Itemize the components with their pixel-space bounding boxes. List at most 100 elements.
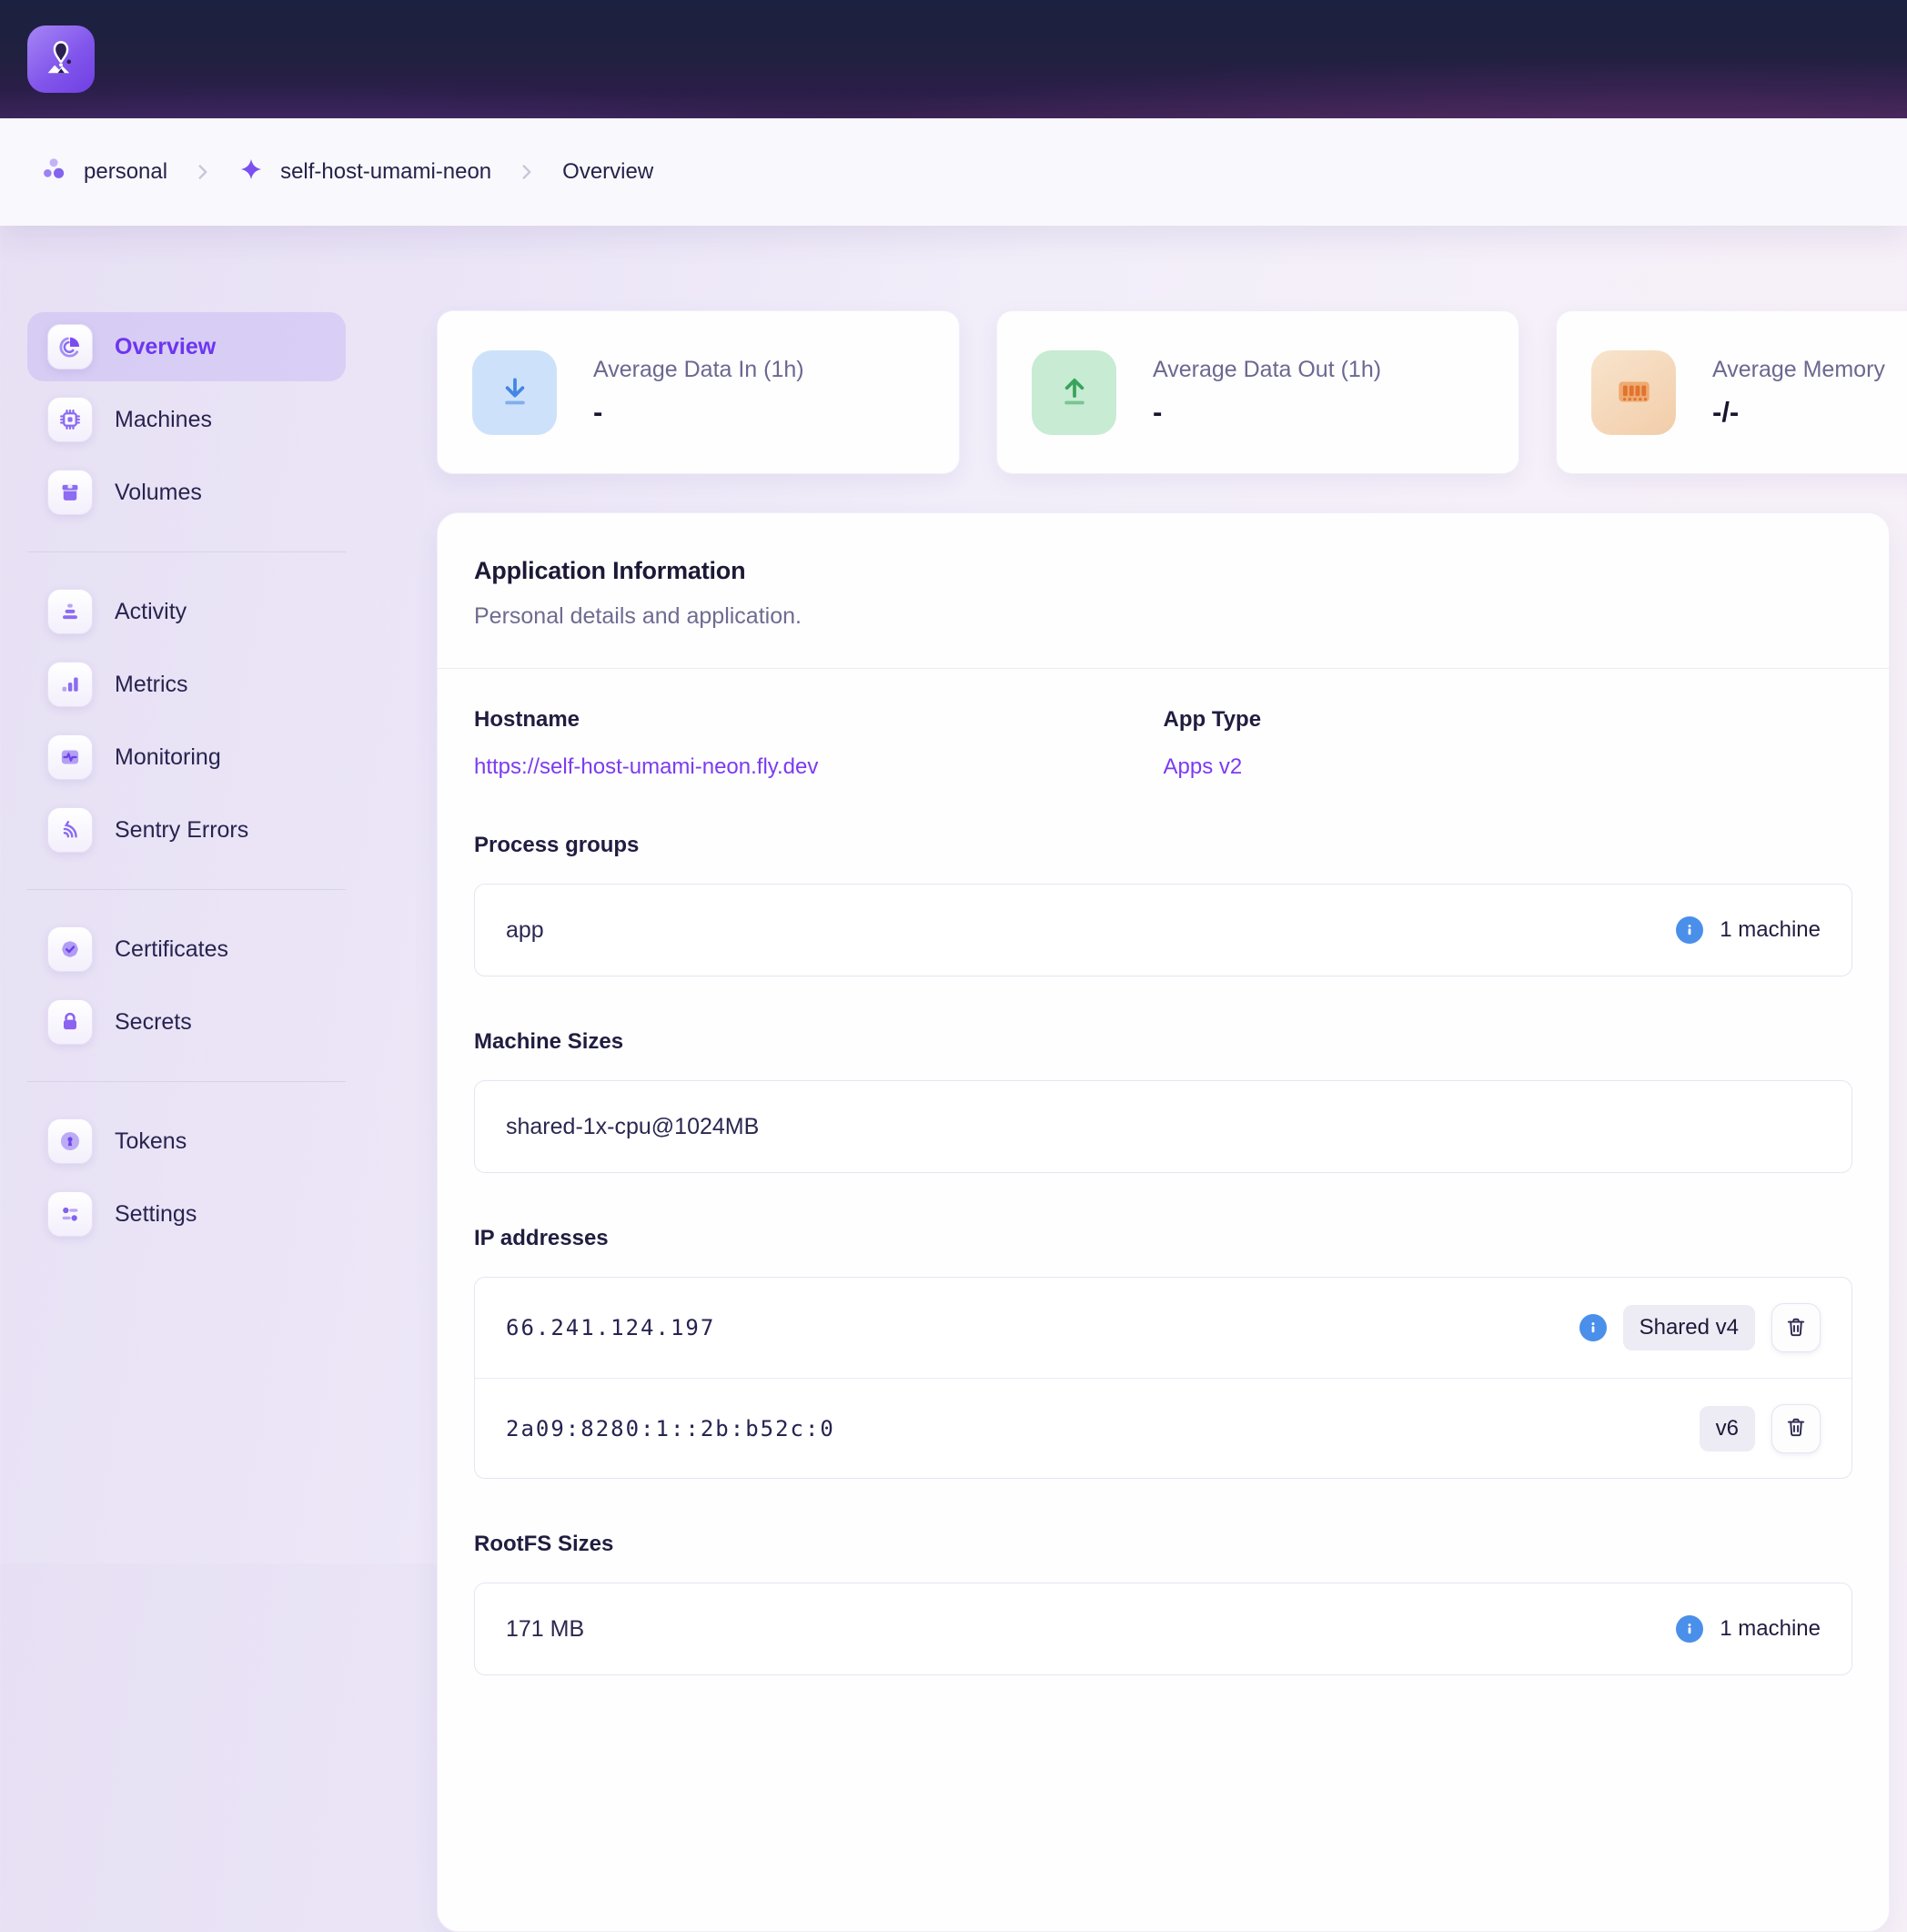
sidebar-item-metrics[interactable]: Metrics [27, 650, 346, 719]
pie-chart-icon [47, 324, 93, 369]
trash-icon [1784, 1415, 1808, 1441]
sidebar-item-label: Tokens [115, 1128, 187, 1155]
sidebar-divider [27, 551, 346, 552]
delete-ip-button[interactable] [1771, 1404, 1821, 1453]
sidebar-item-settings[interactable]: Settings [27, 1179, 346, 1249]
app-type-link[interactable]: Apps v2 [1164, 754, 1243, 780]
rootfs-sizes-box: 171 MB 1 machine [474, 1583, 1852, 1675]
sidebar-divider [27, 1081, 346, 1082]
stat-title: Average Data Out (1h) [1153, 357, 1381, 383]
sidebar-item-label: Sentry Errors [115, 817, 248, 844]
sidebar-item-certificates[interactable]: Certificates [27, 915, 346, 984]
sidebar-item-label: Secrets [115, 1009, 192, 1036]
ip-address: 66.241.124.197 [506, 1315, 715, 1340]
stat-title: Average Data In (1h) [593, 357, 804, 383]
stat-card-data-out: Average Data Out (1h) - [996, 310, 1519, 474]
sidebar-item-label: Metrics [115, 672, 188, 698]
stat-text: Average Memory -/- [1712, 357, 1885, 429]
fly-logo[interactable] [27, 25, 95, 93]
trash-icon [1784, 1315, 1808, 1341]
pulse-monitor-icon [47, 734, 93, 780]
breadcrumb-page: Overview [562, 159, 653, 185]
app-card-body: Hostname https://self-host-umami-neon.fl… [438, 669, 1889, 1675]
hostname-link[interactable]: https://self-host-umami-neon.fly.dev [474, 754, 818, 780]
ip-row-v4: 66.241.124.197 Shared v4 [475, 1278, 1852, 1378]
breadcrumb-page-label: Overview [562, 159, 653, 185]
stat-value: -/- [1712, 396, 1885, 429]
sidebar-item-tokens[interactable]: Tokens [27, 1107, 346, 1176]
process-groups-label: Process groups [474, 833, 1852, 858]
sidebar-item-label: Machines [115, 407, 212, 433]
info-icon[interactable] [1676, 916, 1703, 944]
ip-row-v6: 2a09:8280:1::2b:b52c:0 v6 [475, 1378, 1852, 1478]
page-layout: Overview Machines Volumes [0, 226, 1907, 1932]
app-card-title: Application Information [474, 557, 1852, 585]
sidebar-item-activity[interactable]: Activity [27, 577, 346, 646]
stat-text: Average Data Out (1h) - [1153, 357, 1381, 429]
sidebar-divider [27, 889, 346, 890]
sidebar-item-overview[interactable]: Overview [27, 312, 346, 381]
breadcrumb-app-label: self-host-umami-neon [280, 159, 491, 185]
breadcrumb-org-label: personal [84, 159, 167, 185]
chevron-right-icon [515, 160, 539, 184]
toggles-icon [47, 1191, 93, 1237]
sidebar-item-machines[interactable]: Machines [27, 385, 346, 454]
machine-count: 1 machine [1720, 917, 1821, 943]
rootfs-sizes-section: RootFS Sizes 171 MB 1 machine [474, 1532, 1852, 1675]
org-dots-icon [40, 156, 67, 189]
ip-addresses-label: IP addresses [474, 1226, 1852, 1251]
stat-value: - [593, 396, 804, 429]
chevron-right-icon [191, 160, 215, 184]
ip-addresses-section: IP addresses 66.241.124.197 Shared v4 [474, 1226, 1852, 1479]
stat-value: - [1153, 396, 1381, 429]
ip-type-badge: v6 [1700, 1406, 1755, 1452]
breadcrumb: personal self-host-umami-neon Overview [0, 118, 1907, 226]
stat-title: Average Memory [1712, 357, 1885, 383]
ip-address: 2a09:8280:1::2b:b52c:0 [506, 1416, 835, 1441]
sidebar-item-sentry-errors[interactable]: Sentry Errors [27, 795, 346, 865]
stat-text: Average Data In (1h) - [593, 357, 804, 429]
machine-sizes-box: shared-1x-cpu@1024MB [474, 1080, 1852, 1173]
machine-size-value: shared-1x-cpu@1024MB [506, 1114, 759, 1140]
hostname-apptype-row: Hostname https://self-host-umami-neon.fl… [474, 707, 1852, 780]
info-icon[interactable] [1676, 1615, 1703, 1643]
app-type-label: App Type [1164, 707, 1853, 733]
breadcrumb-org[interactable]: personal [40, 156, 167, 189]
hostname-label: Hostname [474, 707, 1164, 733]
sidebar-item-monitoring[interactable]: Monitoring [27, 723, 346, 792]
ip-row-actions: v6 [1700, 1404, 1821, 1453]
process-group-meta: 1 machine [1676, 916, 1821, 944]
cpu-icon [47, 397, 93, 442]
stat-card-memory: Average Memory -/- [1556, 310, 1907, 474]
ip-addresses-box: 66.241.124.197 Shared v4 [474, 1277, 1852, 1479]
sidebar-item-volumes[interactable]: Volumes [27, 458, 346, 527]
application-information-card: Application Information Personal details… [437, 512, 1890, 1932]
machine-size-row: shared-1x-cpu@1024MB [475, 1081, 1852, 1172]
hostname-field: Hostname https://self-host-umami-neon.fl… [474, 707, 1164, 780]
download-icon [472, 350, 557, 435]
sidebar-nav: Overview Machines Volumes [27, 312, 346, 1252]
info-icon[interactable] [1579, 1314, 1607, 1341]
breadcrumb-app[interactable]: self-host-umami-neon [238, 157, 491, 188]
machine-count: 1 machine [1720, 1616, 1821, 1642]
app-sparkle-icon [238, 157, 264, 188]
upload-icon [1032, 350, 1116, 435]
rootfs-size-value: 171 MB [506, 1616, 584, 1643]
stat-card-data-in: Average Data In (1h) - [437, 310, 960, 474]
sidebar-item-secrets[interactable]: Secrets [27, 987, 346, 1057]
sidebar-item-label: Activity [115, 599, 187, 625]
sentry-icon [47, 807, 93, 853]
sidebar-item-label: Settings [115, 1201, 197, 1228]
process-groups-box: app 1 machine [474, 884, 1852, 976]
top-navbar [0, 0, 1907, 118]
machine-sizes-section: Machine Sizes shared-1x-cpu@1024MB [474, 1029, 1852, 1173]
bar-chart-icon [47, 662, 93, 707]
ip-type-badge: Shared v4 [1623, 1305, 1755, 1350]
memory-icon [1591, 350, 1676, 435]
package-icon [47, 470, 93, 515]
activity-layers-icon [47, 589, 93, 634]
delete-ip-button[interactable] [1771, 1303, 1821, 1352]
lock-icon [47, 999, 93, 1045]
sidebar-item-label: Volumes [115, 480, 202, 506]
machine-sizes-label: Machine Sizes [474, 1029, 1852, 1055]
